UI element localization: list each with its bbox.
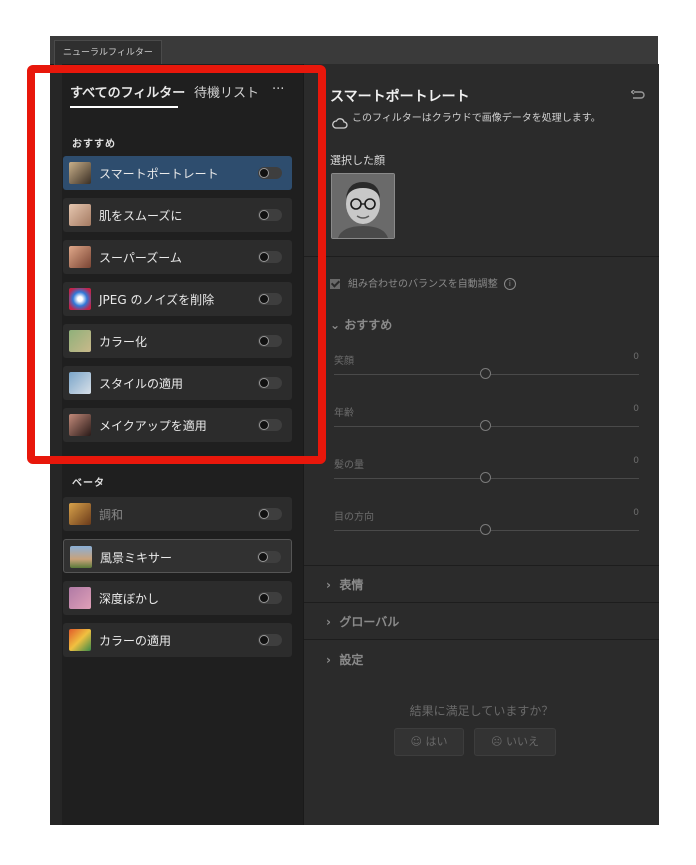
title-bar: ニューラルフィルター bbox=[50, 36, 658, 65]
slider-eye-direction[interactable]: 目の方向 0 bbox=[334, 508, 639, 548]
filter-toggle[interactable] bbox=[258, 634, 282, 646]
reset-icon[interactable] bbox=[631, 90, 645, 100]
feedback-no-button[interactable]: ☹ いいえ bbox=[474, 728, 556, 756]
cloud-processing-note: このフィルターはクラウドで画像データを処理します。 bbox=[352, 113, 601, 124]
chevron-right-icon: › bbox=[326, 578, 331, 592]
auto-balance-checkbox[interactable] bbox=[330, 279, 340, 289]
slider-hair-thickness[interactable]: 髪の量 0 bbox=[334, 456, 639, 496]
landscape-mixer-thumbnail bbox=[70, 546, 92, 568]
section-global[interactable]: › グローバル bbox=[326, 613, 399, 630]
filter-title: スマートポートレート bbox=[330, 89, 470, 105]
filter-settings-panel: スマートポートレート このフィルターはクラウドで画像データを処理します。 選択し… bbox=[303, 64, 659, 825]
filter-toggle[interactable] bbox=[257, 551, 281, 563]
slider-age[interactable]: 年齢 0 bbox=[334, 404, 639, 444]
featured-sliders-header[interactable]: ⌄ おすすめ bbox=[330, 316, 392, 333]
slider-handle[interactable] bbox=[480, 368, 491, 379]
slider-handle[interactable] bbox=[480, 472, 491, 483]
filter-color-transfer[interactable]: カラーの適用 bbox=[63, 623, 292, 657]
filter-depth-blur[interactable]: 深度ぼかし bbox=[63, 581, 292, 615]
cloud-icon bbox=[332, 118, 348, 129]
chevron-right-icon: › bbox=[326, 653, 331, 667]
divider bbox=[304, 602, 659, 603]
section-expressions[interactable]: › 表情 bbox=[326, 576, 363, 593]
filter-toggle[interactable] bbox=[258, 592, 282, 604]
filter-landscape-mixer[interactable]: 風景ミキサー bbox=[63, 539, 292, 573]
divider bbox=[304, 565, 659, 566]
section-settings[interactable]: › 設定 bbox=[326, 651, 363, 668]
selected-face-label: 選択した顔 bbox=[330, 154, 385, 167]
feedback-question: 結果に満足していますか？ bbox=[409, 704, 554, 718]
smile-icon: ☺ bbox=[410, 735, 422, 748]
divider bbox=[304, 256, 659, 257]
frown-icon: ☹ bbox=[491, 735, 503, 748]
depth-blur-thumbnail bbox=[69, 587, 91, 609]
beta-section-label: ベータ bbox=[72, 478, 105, 489]
slider-handle[interactable] bbox=[480, 524, 491, 535]
selected-face-thumbnail[interactable] bbox=[331, 173, 395, 239]
divider bbox=[304, 639, 659, 640]
face-portrait-image bbox=[332, 174, 394, 238]
window-tab[interactable]: ニューラルフィルター bbox=[54, 40, 162, 65]
slider-handle[interactable] bbox=[480, 420, 491, 431]
chevron-right-icon: › bbox=[326, 615, 331, 629]
filter-harmonization[interactable]: 調和 bbox=[63, 497, 292, 531]
info-icon[interactable]: i bbox=[503, 278, 516, 290]
harmonization-thumbnail bbox=[69, 503, 91, 525]
chevron-down-icon: ⌄ bbox=[330, 318, 341, 332]
filter-toggle[interactable] bbox=[258, 508, 282, 520]
color-transfer-thumbnail bbox=[69, 629, 91, 651]
feedback-yes-button[interactable]: ☺ はい bbox=[394, 728, 464, 756]
slider-happiness[interactable]: 笑顔 0 bbox=[334, 352, 639, 392]
annotation-highlight-box bbox=[27, 65, 326, 464]
auto-balance-row[interactable]: 組み合わせのバランスを自動調整 i bbox=[330, 275, 516, 290]
